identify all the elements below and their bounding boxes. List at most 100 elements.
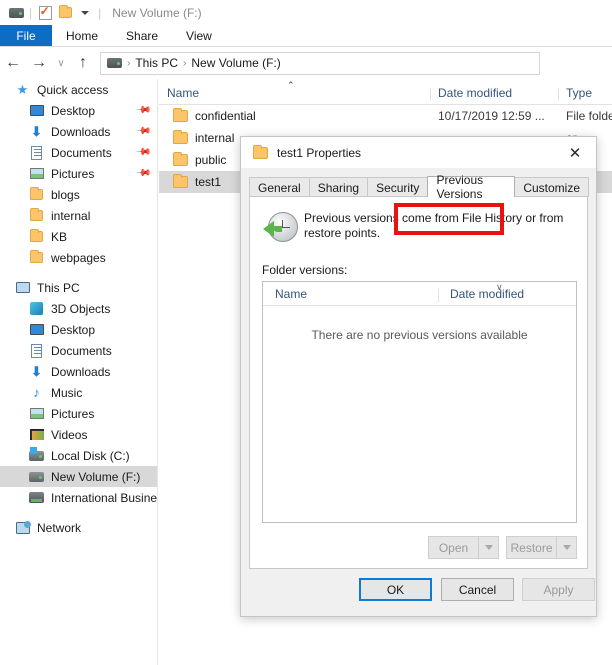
sidebar-item-kb[interactable]: KB (0, 226, 157, 247)
ok-button[interactable]: OK (359, 578, 432, 601)
sidebar-item-internal[interactable]: internal (0, 205, 157, 226)
listview-header: Name Date modified ∨ (263, 282, 576, 306)
desktop-icon (28, 322, 45, 338)
sidebar-item-new-volume-f[interactable]: New Volume (F:) (0, 466, 157, 487)
restore-dropdown-arrow-icon[interactable] (556, 537, 576, 558)
restore-button[interactable]: Restore (506, 536, 577, 559)
ribbon-tab-share[interactable]: Share (112, 25, 172, 46)
pictures-icon (28, 166, 45, 182)
downloads-icon: ⬇ (31, 363, 42, 379)
sidebar-item-3d-objects[interactable]: 3D Objects (0, 298, 157, 319)
table-row[interactable]: confidential 10/17/2019 12:59 ... File f… (159, 105, 612, 127)
file-name-cell: confidential (159, 108, 430, 123)
documents-icon (28, 145, 45, 161)
previous-versions-panel: Previous versions come from File History… (249, 196, 588, 569)
sidebar-item-local-disk-c[interactable]: Local Disk (C:) (0, 445, 157, 466)
open-button[interactable]: Open (428, 536, 499, 559)
sidebar-item-blogs[interactable]: blogs (0, 184, 157, 205)
folder-versions-listview[interactable]: Name Date modified ∨ There are no previo… (262, 281, 577, 523)
sidebar-item-music[interactable]: ♪ Music (0, 382, 157, 403)
desktop-icon (28, 103, 45, 119)
sidebar-item-label: Pictures (51, 406, 95, 421)
sidebar-group-this-pc[interactable]: This PC (0, 277, 157, 298)
tab-general[interactable]: General (249, 177, 310, 197)
navigation-pane[interactable]: ★ Quick access Desktop 📌 ⬇ Downloads 📌 D… (0, 79, 158, 665)
ribbon-tab-file[interactable]: File (0, 25, 52, 46)
drive-icon (28, 469, 45, 485)
up-button[interactable]: ↑ (70, 50, 96, 76)
sidebar-group-network[interactable]: Network (0, 517, 157, 538)
network-icon (14, 520, 31, 536)
info-banner: Previous versions come from File History… (250, 197, 587, 249)
column-header-date-modified[interactable]: Date modified (430, 86, 558, 104)
file-type-cell: File folder (566, 109, 612, 123)
sidebar-item-pictures-pc[interactable]: Pictures (0, 403, 157, 424)
pin-icon: 📌 (134, 144, 152, 161)
open-dropdown-arrow-icon[interactable] (478, 537, 498, 558)
sidebar-item-documents-pc[interactable]: Documents (0, 340, 157, 361)
sidebar-item-documents[interactable]: Documents 📌 (0, 142, 157, 163)
address-bar: ← → ∨ ↑ › This PC › New Volume (F:) (0, 47, 612, 79)
folder-icon (28, 250, 45, 266)
apply-button: Apply (522, 578, 595, 601)
recent-locations-button[interactable]: ∨ (52, 50, 70, 76)
ribbon-tab-view[interactable]: View (172, 25, 226, 46)
sidebar-item-label: Local Disk (C:) (51, 448, 130, 463)
column-header-type[interactable]: Type (558, 86, 612, 104)
breadcrumb-drive-icon (107, 58, 122, 68)
tab-customize[interactable]: Customize (514, 177, 589, 197)
sidebar-item-label: webpages (51, 250, 106, 265)
dialog-footer: OK Cancel Apply (241, 569, 596, 616)
file-name-label: internal (195, 131, 235, 145)
sidebar-item-downloads-pc[interactable]: ⬇ Downloads (0, 361, 157, 382)
sidebar-item-webpages[interactable]: webpages (0, 247, 157, 268)
drive-icon[interactable] (6, 3, 26, 23)
sidebar-item-downloads[interactable]: ⬇ Downloads 📌 (0, 121, 157, 142)
customize-qat-icon[interactable] (75, 3, 95, 23)
sidebar-item-pictures[interactable]: Pictures 📌 (0, 163, 157, 184)
file-explorer-window: | | New Volume (F:) File Home Share View… (0, 0, 612, 665)
tab-sharing[interactable]: Sharing (308, 177, 369, 197)
folder-icon (28, 229, 45, 245)
previous-versions-clock-icon (262, 209, 304, 249)
breadcrumb-item-this-pc[interactable]: This PC (135, 56, 178, 70)
listview-column-name[interactable]: Name (263, 287, 438, 305)
sidebar-item-videos[interactable]: Videos (0, 424, 157, 445)
tab-security[interactable]: Security (367, 177, 429, 197)
properties-icon[interactable] (35, 3, 55, 23)
sidebar-item-label: blogs (51, 187, 80, 202)
breadcrumb[interactable]: › This PC › New Volume (F:) (100, 51, 540, 75)
folder-icon (173, 130, 188, 144)
open-button-label: Open (438, 540, 469, 555)
sidebar-item-label: Pictures (51, 166, 95, 181)
star-icon: ★ (16, 81, 29, 97)
tab-previous-versions[interactable]: Previous Versions (427, 173, 516, 201)
breadcrumb-separator-1: › (127, 57, 131, 69)
sidebar-item-label: Desktop (51, 103, 96, 118)
sidebar-group-quick-access[interactable]: ★ Quick access (0, 79, 157, 100)
breadcrumb-item-new-volume[interactable]: New Volume (F:) (191, 56, 280, 70)
file-name-label: confidential (195, 109, 256, 123)
dialog-title: test1 Properties (277, 145, 362, 160)
sidebar-item-desktop-pc[interactable]: Desktop (0, 319, 157, 340)
info-text: Previous versions come from File History… (304, 211, 564, 240)
new-folder-icon[interactable] (55, 3, 75, 23)
cancel-button[interactable]: Cancel (441, 578, 514, 601)
local-disk-icon (28, 446, 45, 464)
back-button[interactable]: ← (0, 50, 26, 76)
sidebar-item-label: KB (51, 229, 68, 244)
ribbon-tab-strip: File Home Share View (0, 25, 612, 47)
file-name-label: public (195, 153, 227, 167)
file-date-cell: 10/17/2019 12:59 ... (438, 109, 545, 123)
sidebar-item-international-busine[interactable]: International Busine (0, 487, 157, 508)
dialog-body: General Sharing Security Previous Versio… (241, 168, 596, 616)
folder-icon (173, 108, 188, 122)
ribbon-tab-home[interactable]: Home (52, 25, 112, 46)
window-title: New Volume (F:) (112, 5, 202, 20)
file-list-header: Name Date modified Type ⌃ (159, 79, 612, 105)
forward-button[interactable]: → (26, 50, 52, 76)
sidebar-item-desktop[interactable]: Desktop 📌 (0, 100, 157, 121)
folder-versions-label: Folder versions: (262, 263, 348, 277)
close-icon[interactable]: ✕ (554, 137, 596, 168)
